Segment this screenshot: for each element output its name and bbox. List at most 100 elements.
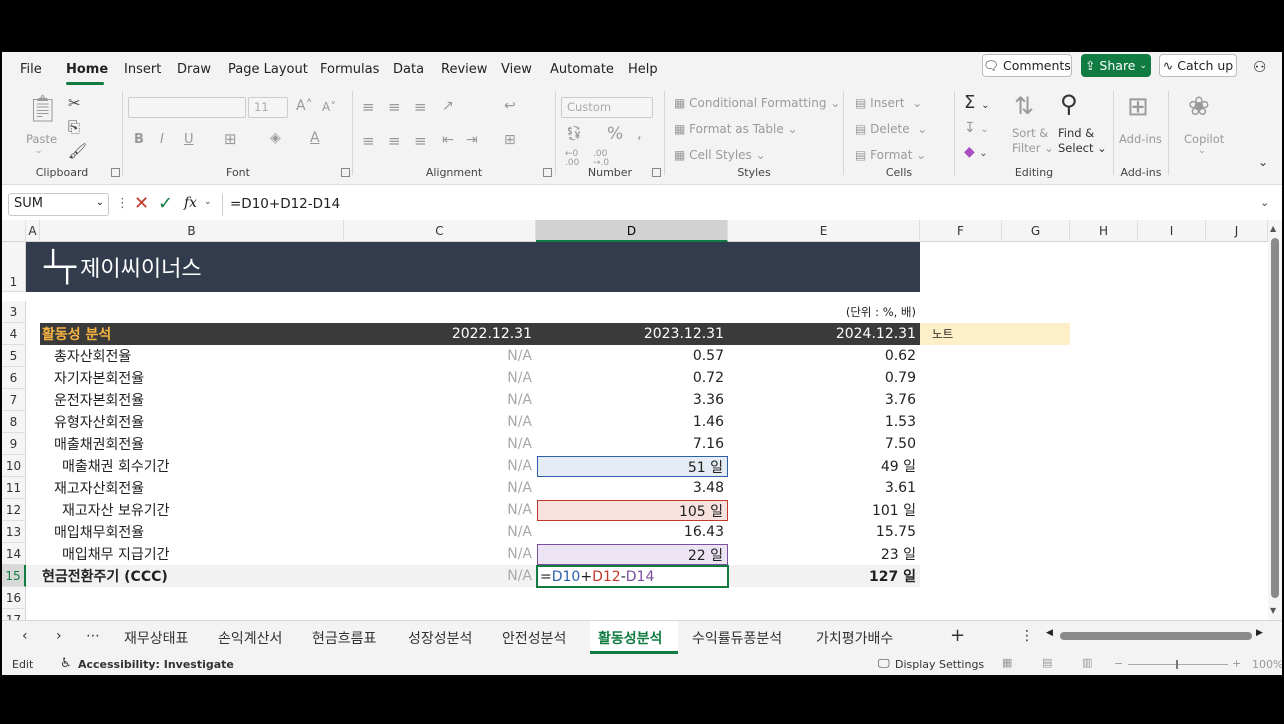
page-break-view-icon[interactable]: ▥ (1082, 656, 1092, 669)
sheet-tab[interactable]: 가치평가배수 (816, 628, 893, 648)
format-cells-button[interactable]: ▤ Format ⌄ (855, 148, 926, 162)
row-header[interactable]: 12 (2, 499, 26, 521)
dialog-launcher-icon[interactable] (111, 168, 120, 177)
value-2024[interactable]: 3.76 (728, 389, 920, 411)
row-header[interactable]: 13 (2, 521, 26, 543)
value-2024[interactable]: 0.79 (728, 367, 920, 389)
font-size-dropdown[interactable]: 11 (248, 97, 288, 118)
paste-label[interactable]: Paste (26, 132, 57, 146)
row-label[interactable]: 재고자산회전율 (54, 477, 334, 499)
next-sheet-icon[interactable]: › (56, 628, 62, 644)
comma-style-icon[interactable]: , (637, 124, 642, 142)
grow-font-icon[interactable]: A˄ (296, 98, 313, 114)
column-header-j[interactable]: J (1206, 220, 1268, 242)
borders-icon[interactable]: ⊞ (224, 130, 237, 148)
value-2024[interactable]: 0.62 (728, 345, 920, 367)
fill-color-icon[interactable]: ◈ (270, 130, 281, 146)
row-label[interactable]: 매입채무회전율 (54, 521, 334, 543)
copilot-button[interactable]: Copilot (1184, 132, 1224, 146)
zoom-in-icon[interactable]: + (1232, 657, 1241, 670)
value-2022[interactable]: N/A (344, 389, 536, 411)
zoom-slider[interactable] (1128, 664, 1228, 665)
format-as-table-button[interactable]: ▦ Format as Table ⌄ (674, 122, 798, 136)
value-2023[interactable]: 3.36 (536, 389, 728, 411)
value-2024[interactable]: 23 일 (728, 543, 920, 565)
number-format-dropdown[interactable]: Custom (561, 97, 653, 118)
value-2023[interactable]: 3.48 (536, 477, 728, 499)
zoom-out-icon[interactable]: − (1114, 657, 1123, 670)
cut-icon[interactable]: ✂ (68, 96, 81, 111)
menu-insert[interactable]: Insert (124, 62, 161, 77)
worksheet-grid[interactable]: A B C D E F G H I J 1 3 4 16 17 ┴┬ 제이씨이너… (2, 220, 1268, 620)
ccc-2022-value[interactable]: N/A (344, 565, 536, 587)
bold-button[interactable]: B (134, 132, 144, 147)
shrink-font-icon[interactable]: A˅ (322, 100, 336, 114)
paste-icon[interactable]: 📋︎ (26, 96, 59, 122)
sort-filter-icon[interactable]: ⇅ (1014, 92, 1034, 120)
row-header[interactable]: 14 (2, 543, 26, 565)
row-header[interactable]: 11 (2, 477, 26, 499)
row-header[interactable]: 4 (2, 323, 26, 345)
tab-options-icon[interactable]: ⋮ (1020, 628, 1034, 644)
percent-icon[interactable]: % (607, 124, 623, 144)
value-2023[interactable]: 1.46 (536, 411, 728, 433)
catch-up-button[interactable]: ∿ Catch up (1159, 54, 1237, 77)
increase-indent-icon[interactable]: ⇥ (466, 132, 478, 148)
row-header[interactable]: 10 (2, 455, 26, 477)
sort-filter-button[interactable]: Sort & Filter ⌄ (1012, 126, 1054, 156)
sheet-tab[interactable]: 성장성분석 (408, 628, 472, 648)
value-2022[interactable]: N/A (344, 411, 536, 433)
active-cell-editor[interactable]: = D10 + D12- D14 (536, 565, 729, 588)
person-icon[interactable]: ⚇ (1253, 58, 1266, 76)
italic-button[interactable]: I (160, 132, 164, 147)
more-options-icon[interactable]: ⋮ (116, 196, 129, 211)
name-box[interactable]: SUM ⌄ (8, 193, 109, 216)
column-header-f[interactable]: F (920, 220, 1002, 242)
chevron-down-icon[interactable]: ⌄ (204, 197, 212, 207)
dialog-launcher-icon[interactable] (341, 168, 350, 177)
autosum-icon[interactable]: Σ ⌄ (964, 92, 990, 113)
find-select-icon[interactable]: ⚲ (1060, 90, 1078, 118)
wrap-text-icon[interactable]: ↩ (504, 98, 516, 114)
value-2022[interactable]: N/A (344, 345, 536, 367)
font-color-icon[interactable]: A (310, 130, 320, 146)
value-2023[interactable]: 7.16 (536, 433, 728, 455)
row-label[interactable]: 재고자산 보유기간 (62, 499, 342, 521)
accessibility-icon[interactable]: ♿ (60, 656, 72, 671)
enter-icon[interactable]: ✓ (158, 193, 173, 214)
zoom-level[interactable]: 100% (1252, 658, 1282, 671)
page-layout-view-icon[interactable]: ▤ (1042, 656, 1052, 669)
decrease-indent-icon[interactable]: ⇤ (442, 132, 454, 148)
insert-function-button[interactable]: fx (184, 195, 197, 211)
conditional-formatting-button[interactable]: ▦ Conditional Formatting ⌄ (674, 96, 840, 110)
value-2022[interactable]: N/A (344, 477, 536, 499)
delete-cells-button[interactable]: ▤ Delete ⌄ (855, 122, 927, 136)
cancel-icon[interactable]: ✕ (134, 193, 149, 214)
row-header[interactable]: 7 (2, 389, 26, 411)
menu-data[interactable]: Data (393, 62, 424, 77)
expand-formula-bar-icon[interactable]: ⌄ (1260, 196, 1269, 209)
more-sheets-icon[interactable]: ⋯ (86, 628, 100, 644)
menu-page-layout[interactable]: Page Layout (228, 62, 308, 77)
value-2023[interactable]: 0.72 (536, 367, 728, 389)
column-header-b[interactable]: B (40, 220, 344, 242)
column-header-a[interactable]: A (26, 220, 40, 242)
sheet-tab[interactable]: 현금흐름표 (312, 628, 376, 648)
row-header[interactable]: 15 (2, 565, 26, 587)
sheet-tab[interactable]: 안전성분석 (502, 628, 566, 648)
row-header[interactable]: 3 (2, 301, 26, 323)
copy-icon[interactable]: ⎘ (68, 120, 80, 135)
row-header[interactable]: 16 (2, 587, 26, 609)
value-2022[interactable]: N/A (344, 455, 536, 477)
value-2022[interactable]: N/A (344, 433, 536, 455)
sheet-tab[interactable]: 수익률듀퐁분석 (692, 628, 782, 648)
align-left-icon[interactable]: ≡ (362, 132, 375, 150)
dialog-launcher-icon[interactable] (652, 168, 661, 177)
value-2024[interactable]: 101 일 (728, 499, 920, 521)
display-settings-icon[interactable]: 🖵︎ (878, 656, 890, 671)
menu-formulas[interactable]: Formulas (320, 62, 379, 77)
sheet-tab[interactable]: 재무상태표 (124, 628, 188, 648)
column-header-g[interactable]: G (1002, 220, 1070, 242)
copilot-icon[interactable]: ❀ (1188, 92, 1210, 122)
row-header[interactable]: 5 (2, 345, 26, 367)
